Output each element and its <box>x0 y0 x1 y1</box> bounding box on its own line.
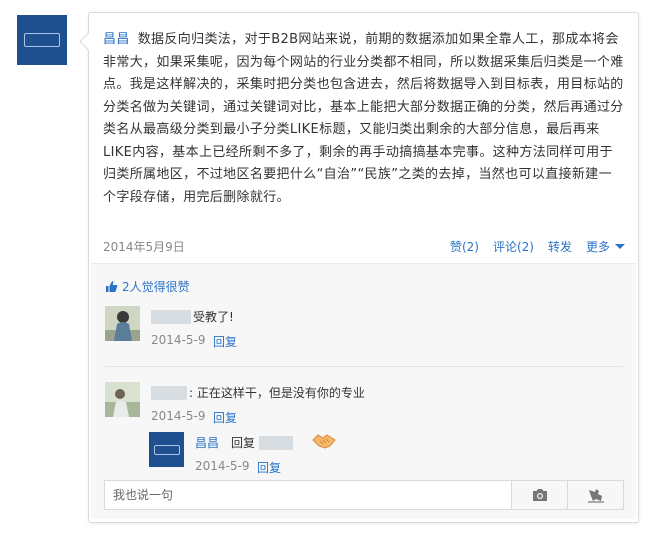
comment-reply-button[interactable]: 回复 <box>213 409 237 426</box>
comment-divider <box>105 366 623 367</box>
chevron-down-icon <box>615 244 625 249</box>
commenter-avatar[interactable] <box>105 306 140 341</box>
avatar-logo-mark <box>24 33 60 47</box>
reply-prefix: 回复 <box>231 436 256 450</box>
post-body: 昌昌 数据反向归类法，对于B2B网站来说，前期的数据添加如果全靠人工，那成本将会非… <box>103 29 625 209</box>
likes-count-text: 2人觉得很赞 <box>122 280 190 294</box>
commenter-name-redacted[interactable] <box>151 310 191 324</box>
comment-text: 受教了! <box>193 310 234 324</box>
reply-reply-button[interactable]: 回复 <box>257 459 281 476</box>
reply-author-avatar[interactable] <box>149 432 184 467</box>
more-label: 更多 <box>585 240 610 254</box>
more-button[interactable]: 更多 <box>586 240 625 254</box>
comment-input-bar <box>104 480 624 510</box>
post-meta: 2014年5月9日 赞(2) 评论(2) 转发 更多 <box>103 236 625 256</box>
comment-input[interactable] <box>105 481 510 509</box>
like-button[interactable]: 赞(2) <box>450 240 479 254</box>
reply-author-link[interactable]: 昌昌 <box>195 434 219 451</box>
post-actions: 赞(2) 评论(2) 转发 更多 <box>436 238 625 255</box>
send-button[interactable] <box>567 481 623 509</box>
commenter-avatar[interactable] <box>105 382 140 417</box>
post-text: 数据反向归类法，对于B2B网站来说，前期的数据添加如果全靠人工，那成本将会非常大… <box>103 32 624 205</box>
handshake-emoji-icon <box>312 434 336 449</box>
likes-summary[interactable]: 2人觉得很赞 <box>105 278 190 295</box>
comment-button[interactable]: 评论(2) <box>493 240 534 254</box>
camera-icon <box>532 489 547 501</box>
avatar-logo-mark <box>153 444 180 455</box>
comments-panel: 2人觉得很赞 受教了! 2014-5-9 回复 : 正在这样干，但是没有你的专业… <box>91 263 636 519</box>
post-date: 2014年5月9日 <box>103 240 185 254</box>
send-icon <box>587 489 604 503</box>
comment-reply-button[interactable]: 回复 <box>213 333 237 350</box>
author-avatar[interactable] <box>17 15 67 65</box>
share-button[interactable]: 转发 <box>548 240 572 254</box>
reply-date: 2014-5-9 <box>195 459 250 473</box>
comment-text: : 正在这样干，但是没有你的专业 <box>189 386 365 400</box>
post-author-link[interactable]: 昌昌 <box>103 32 130 47</box>
post-card: 昌昌 数据反向归类法，对于B2B网站来说，前期的数据添加如果全靠人工，那成本将会非… <box>88 12 639 523</box>
photo-upload-button[interactable] <box>511 481 567 509</box>
thumbs-up-icon <box>106 281 118 292</box>
commenter-name-redacted[interactable] <box>151 386 187 400</box>
comment-date: 2014-5-9 <box>151 409 206 423</box>
comment-date: 2014-5-9 <box>151 333 206 347</box>
reply-target-name-redacted[interactable] <box>259 436 293 450</box>
